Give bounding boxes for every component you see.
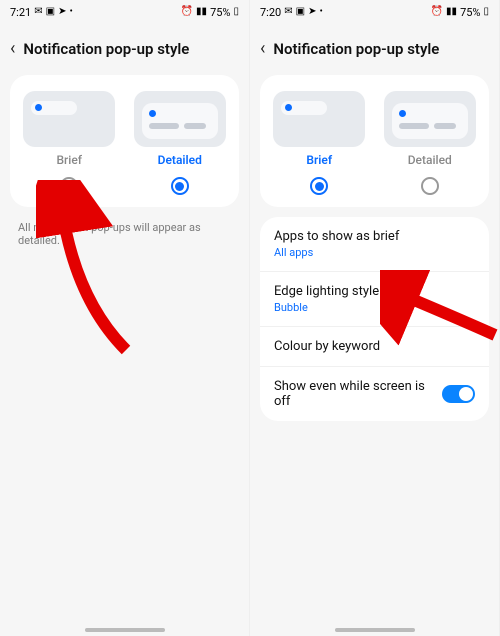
status-time: 7:20 (260, 6, 281, 19)
detailed-label: Detailed (158, 153, 202, 167)
chat-icon: ▣ (46, 7, 55, 17)
annotation-arrow (36, 180, 156, 360)
back-icon[interactable]: ‹ (10, 38, 15, 59)
send-icon: ➤ (308, 7, 316, 17)
more-icon: • (69, 7, 72, 17)
row-sub: Bubble (274, 301, 379, 314)
battery-text: 75% (210, 6, 230, 19)
title-bar: ‹ Notification pop-up style (250, 24, 499, 69)
battery-text: 75% (460, 6, 480, 19)
row-title: Show even while screen is off (274, 379, 442, 409)
page-title: Notification pop-up style (23, 40, 189, 58)
option-brief[interactable]: Brief (20, 91, 119, 195)
settings-list: Apps to show as brief All apps Edge ligh… (260, 217, 489, 421)
brief-preview (23, 91, 115, 147)
send-icon: ➤ (58, 7, 66, 17)
detailed-preview (384, 91, 476, 147)
brief-radio[interactable] (310, 177, 328, 195)
detailed-preview (134, 91, 226, 147)
msg-icon: ✉ (34, 7, 42, 17)
screen-brief: 7:20 ✉ ▣ ➤ • ⏰ ▮▮ 75% ▯ ‹ Notification p… (250, 0, 500, 636)
style-card: Brief Detailed (260, 75, 489, 207)
battery-icon: ▯ (233, 7, 239, 17)
msg-icon: ✉ (284, 7, 292, 17)
option-detailed[interactable]: Detailed (381, 91, 480, 195)
row-show-screen-off[interactable]: Show even while screen is off (260, 367, 489, 421)
brief-preview (273, 91, 365, 147)
signal-icon: ▮▮ (196, 7, 207, 17)
alarm-icon: ⏰ (431, 7, 443, 17)
battery-icon: ▯ (483, 7, 489, 17)
detailed-radio[interactable] (421, 177, 439, 195)
row-apps-brief[interactable]: Apps to show as brief All apps (260, 217, 489, 272)
toggle-show-screen-off[interactable] (442, 385, 475, 403)
option-detailed[interactable]: Detailed (131, 91, 230, 195)
screen-detailed: 7:21 ✉ ▣ ➤ • ⏰ ▮▮ 75% ▯ ‹ Notification p… (0, 0, 250, 636)
status-time: 7:21 (10, 6, 31, 19)
signal-icon: ▮▮ (446, 7, 457, 17)
nav-handle[interactable] (335, 628, 415, 632)
row-colour-keyword[interactable]: Colour by keyword (260, 327, 489, 367)
row-edge-lighting[interactable]: Edge lighting style Bubble (260, 272, 489, 327)
brief-label: Brief (306, 153, 332, 167)
row-title: Edge lighting style (274, 284, 379, 299)
style-card: Brief Detailed (10, 75, 239, 207)
chat-icon: ▣ (296, 7, 305, 17)
row-title: Colour by keyword (274, 339, 380, 354)
status-bar: 7:20 ✉ ▣ ➤ • ⏰ ▮▮ 75% ▯ (250, 0, 499, 24)
row-sub: All apps (274, 246, 399, 259)
page-title: Notification pop-up style (273, 40, 439, 58)
more-icon: • (319, 7, 322, 17)
nav-handle[interactable] (85, 628, 165, 632)
option-brief[interactable]: Brief (270, 91, 369, 195)
hint-text: All notification pop-ups will appear as … (0, 217, 249, 251)
alarm-icon: ⏰ (181, 7, 193, 17)
brief-label: Brief (56, 153, 82, 167)
title-bar: ‹ Notification pop-up style (0, 24, 249, 69)
status-bar: 7:21 ✉ ▣ ➤ • ⏰ ▮▮ 75% ▯ (0, 0, 249, 24)
detailed-label: Detailed (408, 153, 452, 167)
row-title: Apps to show as brief (274, 229, 399, 244)
brief-radio[interactable] (60, 177, 78, 195)
back-icon[interactable]: ‹ (260, 38, 265, 59)
detailed-radio[interactable] (171, 177, 189, 195)
